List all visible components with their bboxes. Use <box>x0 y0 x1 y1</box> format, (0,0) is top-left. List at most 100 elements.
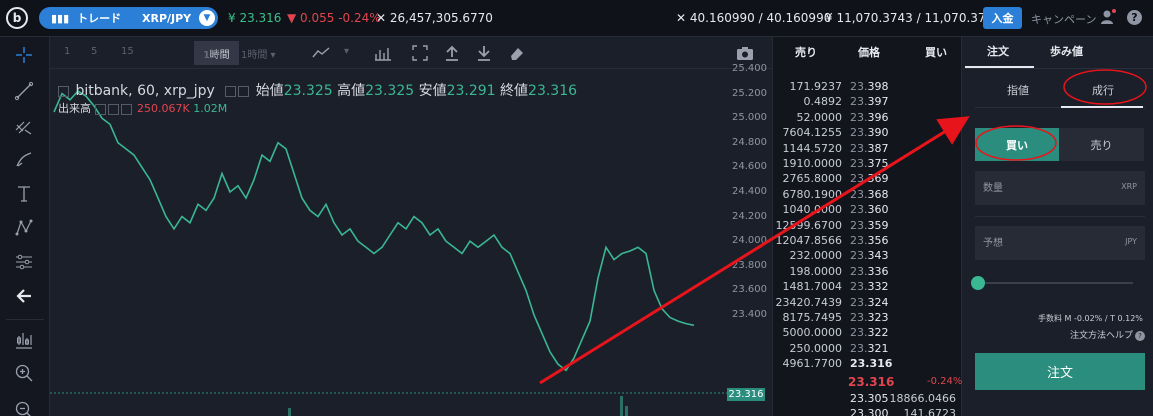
collapse-icon[interactable] <box>58 85 69 97</box>
measure-icon[interactable] <box>13 251 35 273</box>
orderbook-ask-row[interactable]: 2765.8000 23.369 <box>772 172 962 187</box>
pattern-icon[interactable] <box>13 217 35 239</box>
ask-price-prefix: 23. <box>850 157 868 170</box>
line-style-icon[interactable] <box>312 44 330 62</box>
deposit-button[interactable]: 入金 <box>983 7 1022 29</box>
zoom-in-icon[interactable] <box>13 362 35 384</box>
campaign-link[interactable]: キャンペーン <box>1031 11 1096 27</box>
indicator-icon[interactable] <box>13 329 35 351</box>
orderbook-ask-row[interactable]: 232.0000 23.343 <box>772 249 962 264</box>
orderbook-ask-row[interactable]: 1040.0000 23.360 <box>772 203 962 218</box>
orderbook-ask-row[interactable]: 12047.8566 23.356 <box>772 234 962 249</box>
crosshair-icon[interactable] <box>13 44 35 66</box>
submit-order-button[interactable]: 注文 <box>975 353 1145 390</box>
timeframe-1[interactable]: 1 <box>64 46 70 57</box>
timeframe-1d[interactable]: 1日 <box>203 46 219 61</box>
orderbook-ask-row[interactable]: 7604.1255 23.390 <box>772 126 962 141</box>
ask-qty: 0.4892 <box>803 95 843 109</box>
user-icon[interactable] <box>1100 9 1116 25</box>
price-axis-tick: 24.800 <box>732 136 767 148</box>
ask-price-prefix: 23. <box>850 80 868 93</box>
amount-slider-handle[interactable] <box>971 276 985 290</box>
orderbook-ask-row[interactable]: 250.0000 23.321 <box>772 342 962 357</box>
fib-icon[interactable] <box>13 115 35 137</box>
timeframe-15[interactable]: 15 <box>121 46 134 57</box>
estimate-field[interactable]: JPY <box>975 226 1145 260</box>
help-icon: ? <box>1135 330 1146 341</box>
ask-price: 23.375 <box>850 157 889 170</box>
help-icon[interactable]: ? <box>1127 10 1142 25</box>
orderbook-ask-row[interactable]: 6780.1900 23.368 <box>772 188 962 203</box>
tab-trades[interactable]: 歩み値 <box>1050 43 1083 59</box>
indicators-icon[interactable] <box>374 44 392 62</box>
close-icon[interactable] <box>120 103 132 115</box>
ask-qty: 12599.6700 <box>775 218 842 232</box>
download-icon[interactable] <box>475 44 493 62</box>
bitbank-logo[interactable]: b <box>6 7 28 29</box>
orderbook-ask-row[interactable]: 5000.0000 23.322 <box>772 326 962 341</box>
ask-price-prefix: 23. <box>850 280 868 294</box>
camera-icon[interactable] <box>736 44 754 62</box>
ask-price: 23.323 <box>850 311 889 324</box>
orderbook-ask-row[interactable]: 52.0000 23.396 <box>772 111 962 126</box>
volume-green: 1.02M <box>193 102 228 115</box>
trendline-icon[interactable] <box>13 80 35 102</box>
ask-price: 23.359 <box>850 219 889 232</box>
orderbook-bid-row[interactable]: 23.300 141.6723 <box>772 407 962 416</box>
trade-label: トレード <box>77 12 122 25</box>
orderbook-ask-row[interactable]: 171.9237 23.398 <box>772 80 962 95</box>
quantity-input[interactable] <box>975 171 1145 205</box>
orderbook-ask-row[interactable]: 8175.7495 23.323 <box>772 311 962 326</box>
eye-icon[interactable] <box>94 103 106 115</box>
text-icon[interactable] <box>13 183 35 205</box>
amount-slider-track[interactable] <box>978 282 1133 284</box>
orderbook-ask-row[interactable]: 12599.6700 23.359 <box>772 219 962 234</box>
subtab-underline <box>1061 106 1143 108</box>
drawing-toolbar <box>0 37 50 416</box>
ask-price-prefix: 23. <box>850 187 868 201</box>
ask-price-prefix: 23. <box>850 141 868 155</box>
ask-price-prefix: 23. <box>850 126 868 140</box>
brush-icon[interactable] <box>13 149 35 171</box>
eraser-icon[interactable] <box>508 44 526 62</box>
chevron-down-icon[interactable]: ▾ <box>344 46 349 57</box>
orderbook-ask-row[interactable]: 1144.5720 23.387 <box>772 142 962 157</box>
orderbook-ask-row[interactable]: 198.0000 23.336 <box>772 265 962 280</box>
zoom-out-icon[interactable] <box>13 399 35 416</box>
orderbook-ask-row[interactable]: 0.4892 23.397 <box>772 95 962 110</box>
fullscreen-icon[interactable] <box>411 44 429 62</box>
yen-range-readout: ¥ 11,070.3743 / 11,070.3743 <box>825 11 1001 25</box>
arrow-left-icon[interactable] <box>13 285 35 307</box>
upload-icon[interactable] <box>443 44 461 62</box>
pair-selector[interactable]: ▮▮▮ トレード XRP/JPY ▼ <box>39 7 218 29</box>
orderbook-ask-row[interactable]: 1910.0000 23.375 <box>772 157 962 172</box>
ask-price-suffix: 343 <box>867 249 889 263</box>
orderbook-ask-row[interactable]: 4961.7700 23.316 <box>772 357 962 372</box>
ask-price: 23.321 <box>850 342 889 355</box>
volume-readout: ✕ 26,457,305.6770 <box>376 11 493 25</box>
settings-box-icon[interactable] <box>225 85 237 97</box>
timeframe-5[interactable]: 5 <box>91 46 97 57</box>
close-value: 23.316 <box>528 83 578 99</box>
orderbook-ask-row[interactable]: 23420.7439 23.324 <box>772 296 962 311</box>
settings-box-icon[interactable] <box>238 85 250 97</box>
subtab-market[interactable]: 成行 <box>1092 82 1114 98</box>
orderbook-ask-row[interactable]: 1481.7004 23.332 <box>772 280 962 295</box>
tool-separator <box>6 319 44 320</box>
subtab-limit[interactable]: 指値 <box>1007 82 1029 98</box>
orderbook-bid-row[interactable]: 23.305 18866.0466 <box>772 392 962 407</box>
sell-toggle-button[interactable]: 売り <box>1059 128 1144 161</box>
ask-qty: 2765.8000 <box>782 172 843 186</box>
ask-price: 23.332 <box>850 280 889 293</box>
settings-icon[interactable] <box>107 103 119 115</box>
price-axis-tick: 23.600 <box>732 284 767 296</box>
estimate-input[interactable] <box>975 226 1145 260</box>
tab-order[interactable]: 注文 <box>987 43 1009 59</box>
ask-price-prefix: 23. <box>850 264 868 278</box>
price-chart[interactable] <box>50 69 772 416</box>
order-help-link[interactable]: 注文方法ヘルプ? <box>1070 328 1146 341</box>
timeframe-dropdown[interactable]: 1時間 ▾ <box>241 46 276 61</box>
quantity-field[interactable]: XRP <box>975 171 1145 205</box>
buy-toggle-button[interactable]: 買い <box>975 128 1059 161</box>
bid-price: 23.300 <box>850 407 889 416</box>
